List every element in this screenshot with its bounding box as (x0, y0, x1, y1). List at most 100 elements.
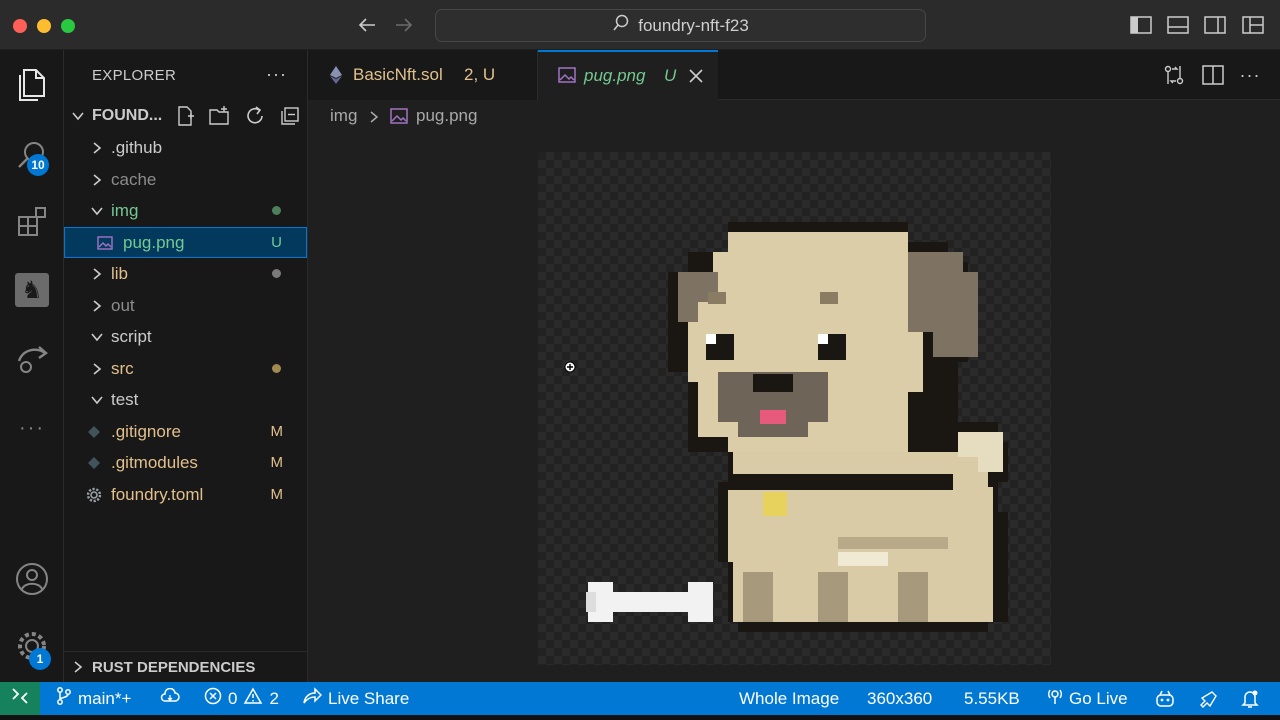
git-status-badge: M (270, 486, 284, 503)
git-file-icon (86, 455, 102, 471)
customize-layout-icon[interactable] (1241, 14, 1265, 36)
explorer-icon[interactable] (0, 56, 64, 112)
remote-explorer-icon[interactable] (0, 330, 64, 386)
explorer-more-actions[interactable]: ··· (266, 64, 287, 85)
zoom-cursor-icon (564, 360, 576, 373)
ethereum-file-icon (330, 66, 342, 89)
image-dimensions-status: 360x360 (867, 682, 932, 715)
back-arrow-icon[interactable] (354, 12, 380, 38)
search-icon (612, 14, 630, 37)
changes-dot (272, 364, 281, 373)
git-branch-status[interactable]: main*+ (56, 682, 131, 715)
new-file-icon[interactable] (172, 103, 198, 129)
live-share-status[interactable]: Live Share (302, 682, 409, 715)
warning-count: 2 (269, 688, 279, 708)
tree-item[interactable]: .gitignore M (64, 416, 307, 447)
sync-status[interactable] (160, 682, 180, 715)
forward-arrow-icon[interactable] (391, 12, 417, 38)
new-folder-icon[interactable] (207, 103, 233, 129)
tree-item[interactable]: img (64, 195, 307, 226)
tree-item-label: lib (111, 263, 129, 283)
split-editor-icon[interactable] (1201, 63, 1225, 87)
image-zoom-status[interactable]: Whole Image (739, 682, 839, 715)
problems-status[interactable]: 0 2 (204, 682, 279, 715)
settings-badge: 1 (29, 648, 51, 670)
chevron-right-icon (90, 362, 104, 376)
git-branch-label: main*+ (78, 688, 132, 708)
tree-item[interactable]: cache (64, 164, 307, 195)
status-bar: main*+ 0 2 Live Share Whole Image 360x36… (0, 682, 1280, 715)
command-center-search[interactable]: foundry-nft-f23 (435, 9, 926, 42)
feedback-icon[interactable] (1198, 682, 1218, 715)
warning-icon (243, 687, 263, 710)
tab-basicnft-sol[interactable]: BasicNft.sol 2, U (308, 50, 538, 100)
close-window-button[interactable] (13, 19, 27, 33)
image-size-label: 5.55KB (964, 688, 1020, 708)
editor-more-actions-icon[interactable]: ··· (1238, 63, 1262, 87)
copilot-icon[interactable] (1154, 682, 1176, 715)
chevron-right-icon (90, 173, 104, 187)
tree-item[interactable]: foundry.toml M (64, 479, 307, 510)
tree-item[interactable]: src (64, 353, 307, 384)
more-views-icon[interactable]: ··· (0, 400, 64, 456)
collapse-all-icon[interactable] (277, 103, 303, 129)
extensions-icon[interactable] (0, 194, 64, 250)
chevron-down-icon (71, 109, 85, 123)
remote-indicator[interactable] (0, 682, 40, 715)
image-file-icon (558, 67, 576, 88)
tree-item-label: test (111, 389, 139, 409)
toggle-secondary-sidebar-icon[interactable] (1203, 14, 1227, 36)
explorer-title: EXPLORER (92, 67, 177, 84)
pug-pixel-art-image (586, 222, 1008, 632)
go-live-icon (1047, 687, 1063, 710)
live-share-label: Live Share (328, 688, 410, 708)
tree-item[interactable]: .gitmodules M (64, 447, 307, 478)
breadcrumb-folder[interactable]: img (330, 106, 357, 126)
go-live-status[interactable]: Go Live (1047, 682, 1128, 715)
tree-item-label: script (111, 326, 152, 346)
editor-tabs: BasicNft.sol 2, U pug.png U ··· (308, 50, 1280, 100)
git-status-badge: U (271, 234, 282, 251)
image-file-icon (97, 235, 113, 251)
search-badge: 10 (27, 154, 49, 176)
maximize-window-button[interactable] (61, 19, 75, 33)
breadcrumb: img pug.png (308, 100, 1280, 132)
tree-item[interactable]: pug.png U (64, 227, 307, 258)
image-preview-editor (308, 132, 1280, 682)
tree-item[interactable]: script (64, 321, 307, 352)
close-tab-icon[interactable] (688, 68, 704, 89)
tab-pug-label: pug.png (584, 66, 646, 85)
tree-item[interactable]: out (64, 290, 307, 321)
project-name: FOUND... (92, 107, 163, 124)
pug-image-preview[interactable] (538, 152, 1051, 665)
project-folder-header[interactable]: FOUND... (64, 100, 308, 132)
tree-item[interactable]: test (64, 384, 307, 415)
rust-dependencies-label: RUST DEPENDENCIES (92, 658, 256, 676)
live-share-icon (302, 687, 323, 710)
title-bar: foundry-nft-f23 (0, 0, 1280, 50)
refresh-icon[interactable] (242, 103, 268, 129)
tab-pug-png[interactable]: pug.png U (538, 50, 718, 100)
chevron-right-icon (90, 267, 104, 281)
git-status-badge: M (270, 423, 284, 440)
tree-item[interactable]: .github (64, 132, 307, 163)
explorer-sidebar: EXPLORER ··· FOUND... .github cache img pug… (64, 50, 308, 682)
git-file-icon (86, 424, 102, 440)
image-dimensions-label: 360x360 (867, 688, 933, 708)
toggle-panel-icon[interactable] (1166, 14, 1190, 36)
toggle-primary-sidebar-icon[interactable] (1129, 14, 1153, 36)
settings-gear-icon[interactable]: 1 (0, 618, 64, 674)
open-changes-icon[interactable] (1162, 63, 1186, 87)
account-icon[interactable] (0, 551, 64, 607)
image-size-status: 5.55KB (964, 682, 1020, 715)
tree-item[interactable]: lib (64, 258, 307, 289)
breadcrumb-file[interactable]: pug.png (416, 106, 477, 126)
tree-item-label: .gitignore (111, 421, 181, 441)
minimize-window-button[interactable] (37, 19, 51, 33)
remote-icon (11, 687, 29, 710)
rust-dependencies-section[interactable]: RUST DEPENDENCIES (64, 651, 307, 682)
notifications-bell-icon[interactable] (1241, 682, 1259, 715)
tree-item-label: src (111, 358, 134, 378)
chess-knight-extension-icon[interactable]: ♞ (0, 262, 64, 318)
search-icon[interactable]: 10 (0, 128, 64, 184)
